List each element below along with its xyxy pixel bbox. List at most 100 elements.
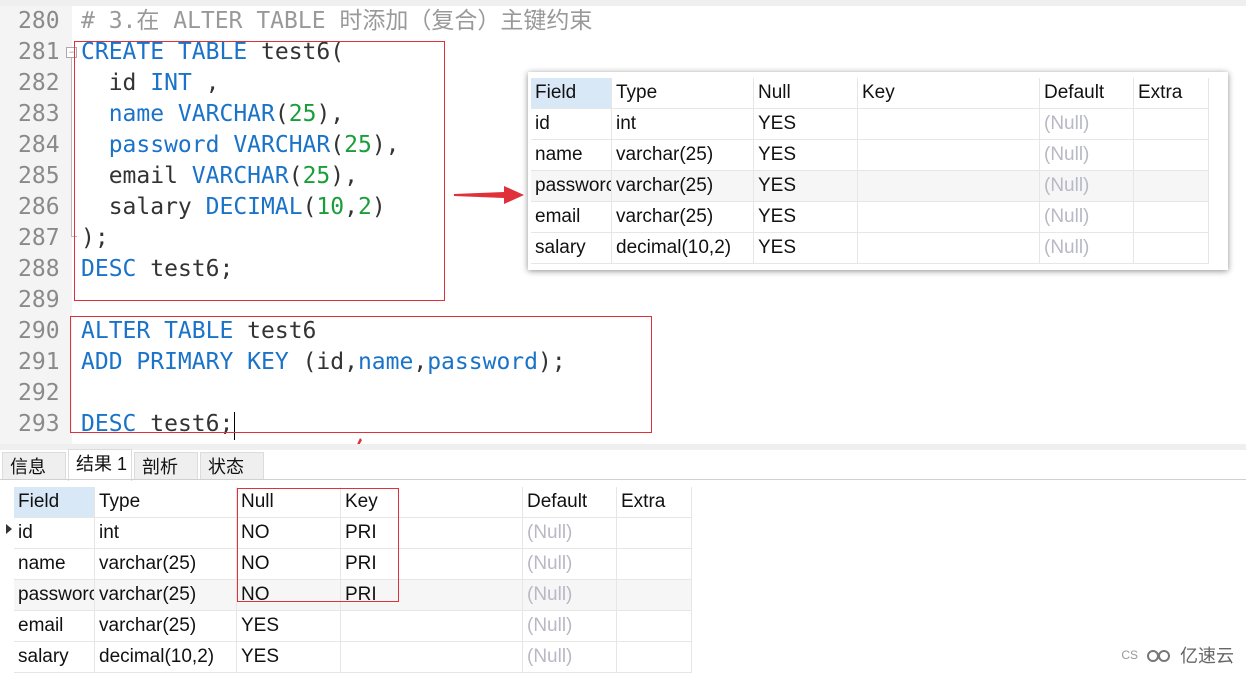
cell-field[interactable]: name [14,548,95,580]
line-number: 288 [18,256,60,282]
cell-field[interactable]: id [14,517,95,549]
column-header-type[interactable]: Type [94,487,237,518]
table-row[interactable]: passworc varchar(25) YES (Null) [531,170,1209,202]
cell-default[interactable]: (Null) [1039,139,1134,171]
cell-null[interactable]: YES [753,108,858,140]
cloud-logo-icon [1147,650,1170,662]
cell-null[interactable]: YES [753,170,858,202]
cell-field[interactable]: email [14,610,95,642]
cell-field[interactable]: salary [14,641,95,673]
table-row[interactable]: name varchar(25) YES (Null) [531,139,1209,171]
line-number: 291 [18,349,60,375]
cell-field[interactable]: passworc [14,579,95,611]
cell-extra[interactable] [1133,139,1209,171]
cell-extra[interactable] [616,548,692,580]
cell-key[interactable] [857,108,1040,140]
tab-1[interactable]: 结果 1 [68,449,132,481]
cell-key[interactable] [857,232,1040,264]
cell-type[interactable]: varchar(25) [94,610,237,642]
column-header-field[interactable]: Field [531,78,612,109]
cell-null[interactable]: YES [236,641,341,673]
cell-default[interactable]: (Null) [1039,170,1134,202]
popup-desc-table: Field Type Null Key Default Extra id int YES (Nul… [531,78,1209,264]
cell-type[interactable]: decimal(10,2) [611,232,754,264]
cell-null[interactable]: YES [753,139,858,171]
cell-field[interactable]: id [531,108,612,140]
cell-default[interactable]: (Null) [1039,108,1134,140]
cell-key[interactable] [340,610,523,642]
table-row[interactable]: email varchar(25) YES (Null) [531,201,1209,233]
current-row-indicator-icon [6,524,12,534]
annotation-box-null-key [237,488,399,602]
table-row[interactable]: email varchar(25) YES (Null) [14,610,692,642]
cell-field[interactable]: email [531,201,612,233]
sql-editor[interactable]: 280 # 3.在 ALTER TABLE 时添加（复合）主键约束 281 CREAT… [0,0,1246,444]
cell-extra[interactable] [1133,108,1209,140]
cell-default[interactable]: (Null) [1039,201,1134,233]
cell-key[interactable] [857,201,1040,233]
result-panel: 信息 结果 1 剖析 状态 Field Type Null Key Default Extra i… [0,444,1246,678]
column-header-extra[interactable]: Extra [616,487,692,518]
cell-extra[interactable] [616,579,692,611]
cell-extra[interactable] [1133,232,1209,264]
cell-default[interactable]: (Null) [522,641,617,673]
cell-type[interactable]: int [611,108,754,140]
table-row[interactable]: salary decimal(10,2) YES (Null) [14,641,692,673]
table-row[interactable]: salary decimal(10,2) YES (Null) [531,232,1209,264]
cell-key[interactable] [857,139,1040,171]
line-number: 281 [18,39,60,65]
column-header-type[interactable]: Type [611,78,754,109]
column-header-default[interactable]: Default [1039,78,1134,109]
cell-default[interactable]: (Null) [522,517,617,549]
table-header-row: Field Type Null Key Default Extra [531,78,1209,109]
cell-type[interactable]: varchar(25) [611,170,754,202]
cell-key[interactable] [340,641,523,673]
cell-null[interactable]: YES [753,201,858,233]
cell-null[interactable]: YES [236,610,341,642]
code-token: # 3.在 ALTER TABLE 时添加（复合）主键约束 [81,8,593,34]
watermark: CS 亿速云 [1121,642,1234,668]
cell-field[interactable]: name [531,139,612,171]
watermark-brand: 亿速云 [1180,646,1234,666]
tab-2[interactable]: 剖析 [134,452,198,480]
line-number: 293 [18,411,60,437]
cell-type[interactable]: varchar(25) [94,548,237,580]
cell-extra[interactable] [1133,201,1209,233]
cell-key[interactable] [857,170,1040,202]
watermark-prefix: CS [1121,648,1138,662]
cell-type[interactable]: decimal(10,2) [94,641,237,673]
tab-0[interactable]: 信息 [2,452,66,480]
column-header-extra[interactable]: Extra [1133,78,1209,109]
column-header-default[interactable]: Default [522,487,617,518]
fold-guide [71,58,72,236]
line-number: 284 [18,132,60,158]
line-number: 287 [18,225,60,251]
cell-extra[interactable] [1133,170,1209,202]
table-row[interactable]: id int YES (Null) [531,108,1209,140]
cell-extra[interactable] [616,610,692,642]
annotation-box-alter [70,316,652,433]
column-header-key[interactable]: Key [857,78,1040,109]
cell-extra[interactable] [616,517,692,549]
cell-type[interactable]: varchar(25) [611,139,754,171]
line-number: 286 [18,194,60,220]
line-number: 280 [18,8,60,34]
tab-3[interactable]: 状态 [200,452,264,480]
column-header-field[interactable]: Field [14,487,95,518]
panel-splitter[interactable] [0,444,1246,450]
cell-default[interactable]: (Null) [1039,232,1134,264]
cell-field[interactable]: passworc [531,170,612,202]
cell-default[interactable]: (Null) [522,579,617,611]
cell-extra[interactable] [616,641,692,673]
cell-default[interactable]: (Null) [522,610,617,642]
line-number: 283 [18,101,60,127]
cell-default[interactable]: (Null) [522,548,617,580]
tabs-divider [0,479,1246,480]
cell-null[interactable]: YES [753,232,858,264]
cell-field[interactable]: salary [531,232,612,264]
line-number: 292 [18,380,60,406]
cell-type[interactable]: int [94,517,237,549]
column-header-null[interactable]: Null [753,78,858,109]
cell-type[interactable]: varchar(25) [94,579,237,611]
cell-type[interactable]: varchar(25) [611,201,754,233]
